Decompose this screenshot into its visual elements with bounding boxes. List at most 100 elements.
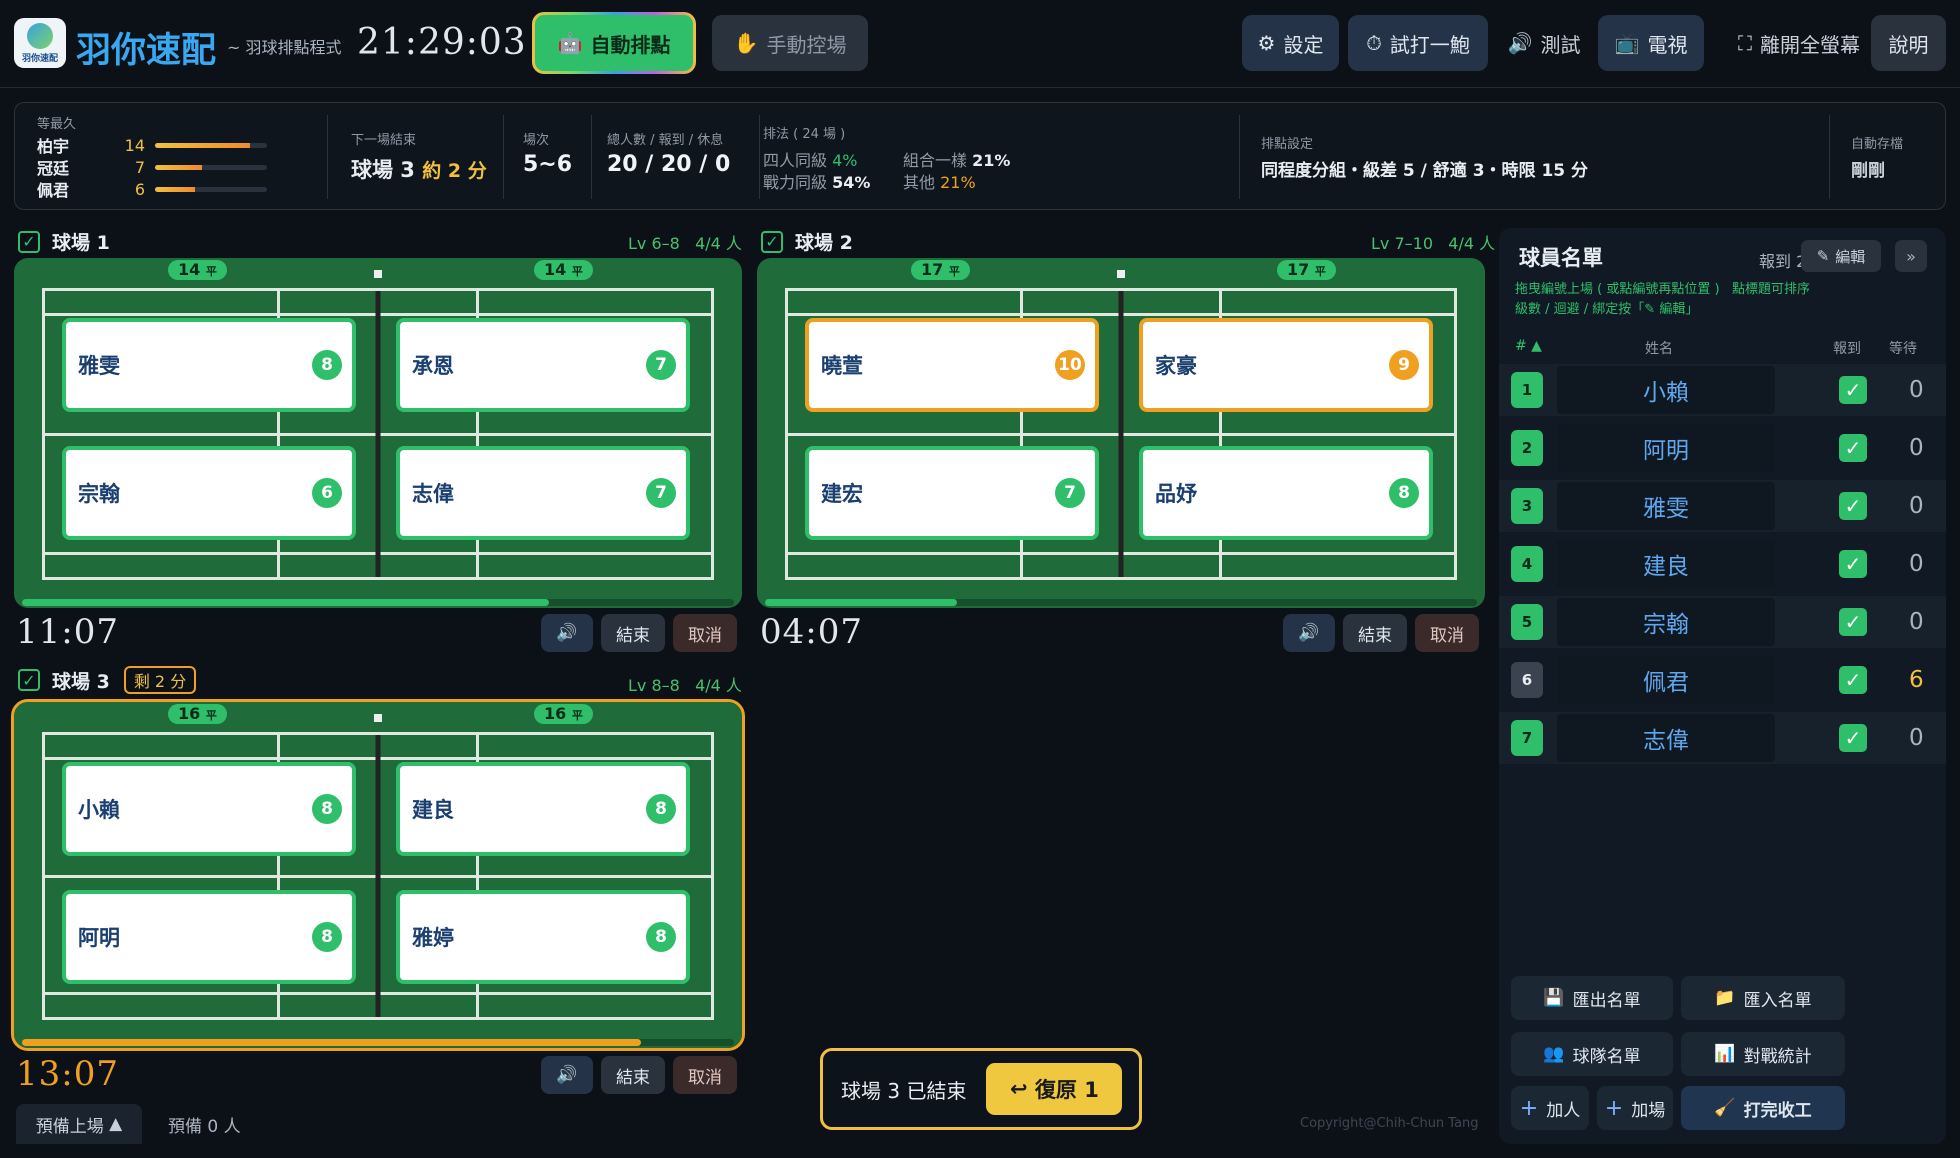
roster-player-name[interactable]: 佩君 [1557, 656, 1775, 704]
court-timer: 11:07 [16, 612, 119, 652]
roster-player-name[interactable]: 阿明 [1557, 424, 1775, 472]
auto-schedule-button[interactable]: 🤖 自動排點 [532, 12, 696, 74]
end-match-button[interactable]: 結束 [1343, 614, 1407, 652]
name-header[interactable]: 姓名 [1645, 338, 1673, 358]
roster-player-name[interactable]: 建良 [1557, 540, 1775, 588]
wait-count: 0 [1909, 435, 1924, 461]
player-name: 承恩 [412, 354, 454, 378]
tv-button[interactable]: 📺 電視 [1598, 15, 1704, 71]
rule1-value: 4% [832, 151, 858, 170]
player-card[interactable]: 曉萱 10 [805, 318, 1099, 412]
announce-button[interactable]: 🔊 [541, 614, 593, 652]
checkin-checkbox[interactable]: ✓ [1839, 666, 1867, 694]
rule-section: 排法 ( 24 場 ) 四人同級 4% 戰力同級 54% 組合一樣 21% 其他… [763, 123, 1010, 229]
player-number[interactable]: 2 [1511, 430, 1543, 466]
toast-message: 球場 3 已結束 [841, 1078, 967, 1103]
roster-row[interactable]: 3 雅雯 ✓ 0 [1499, 480, 1946, 532]
help-button[interactable]: 說明 [1871, 15, 1946, 71]
roster-player-name[interactable]: 雅雯 [1557, 482, 1775, 530]
player-card[interactable]: 志偉 7 [396, 446, 690, 540]
announce-button[interactable]: 🔊 [1283, 614, 1335, 652]
roster-row[interactable]: 2 阿明 ✓ 0 [1499, 422, 1946, 474]
court[interactable]: 17 平 17 平 曉萱 10 家豪 9 建宏 7 品妤 8 [757, 258, 1485, 608]
cancel-match-button[interactable]: 取消 [673, 1056, 737, 1094]
match-stats-button[interactable]: 📊 對戰統計 [1681, 1032, 1845, 1076]
schedule-settings-section[interactable]: 排點設定 同程度分組・級差 5 / 舒適 3・時限 15 分 [1261, 133, 1588, 239]
pencil-icon: ✎ [1816, 247, 1830, 265]
team-roster-button[interactable]: 👥 球隊名單 [1511, 1032, 1673, 1076]
wait-row: 佩君 6 [37, 178, 317, 200]
checkin-checkbox[interactable]: ✓ [1839, 376, 1867, 404]
player-card[interactable]: 家豪 9 [1139, 318, 1433, 412]
gear-icon: ⚙ [1257, 31, 1276, 55]
player-card[interactable]: 建良 8 [396, 762, 690, 856]
settings-button[interactable]: ⚙ 設定 [1242, 15, 1339, 71]
rule3-value: 54% [832, 173, 871, 192]
player-card[interactable]: 宗翰 6 [62, 446, 356, 540]
test-button[interactable]: 🔊 測試 [1502, 15, 1586, 71]
net [1118, 291, 1124, 577]
add-court-button[interactable]: + 加場 [1597, 1086, 1673, 1130]
cancel-match-button[interactable]: 取消 [673, 614, 737, 652]
player-level-badge: 8 [646, 794, 676, 824]
undo-button[interactable]: ↩ 復原 1 [986, 1063, 1123, 1115]
player-number[interactable]: 6 [1511, 662, 1543, 698]
court-level-info: Lv 6–8 4/4 人 [628, 230, 742, 254]
sort-number-header[interactable]: # ▲ [1515, 338, 1542, 354]
cancel-match-button[interactable]: 取消 [1415, 614, 1479, 652]
court-enable-checkbox[interactable]: ✓ [761, 230, 783, 253]
reserve-tab[interactable]: 預備上場 ▲ [16, 1104, 142, 1144]
checkin-checkbox[interactable]: ✓ [1839, 550, 1867, 578]
player-number[interactable]: 5 [1511, 604, 1543, 640]
court-people: 4/4 人 [695, 676, 742, 695]
court[interactable]: 14 平 14 平 雅雯 8 承恩 7 宗翰 6 志偉 7 [14, 258, 742, 608]
player-card[interactable]: 小賴 8 [62, 762, 356, 856]
roster-player-name[interactable]: 小賴 [1557, 366, 1775, 414]
player-number[interactable]: 1 [1511, 372, 1543, 408]
checkin-checkbox[interactable]: ✓ [1839, 724, 1867, 752]
finish-session-button[interactable]: 🧹 打完收工 [1681, 1086, 1845, 1130]
player-card[interactable]: 阿明 8 [62, 890, 356, 984]
team-label: 球隊名單 [1572, 1046, 1641, 1067]
player-card[interactable]: 雅雯 8 [62, 318, 356, 412]
finish-label: 打完收工 [1743, 1100, 1812, 1121]
export-roster-button[interactable]: 💾 匯出名單 [1511, 976, 1673, 1020]
trial-button[interactable]: ⏱ 試打一鮑 [1348, 15, 1488, 71]
checkin-header[interactable]: 報到 [1833, 338, 1861, 358]
court-enable-checkbox[interactable]: ✓ [18, 230, 40, 253]
player-number[interactable]: 3 [1511, 488, 1543, 524]
player-card[interactable]: 品妤 8 [1139, 446, 1433, 540]
roster-player-name[interactable]: 宗翰 [1557, 598, 1775, 646]
checkin-checkbox[interactable]: ✓ [1839, 492, 1867, 520]
court-name: 球場 1 [52, 232, 110, 254]
roster-edit-button[interactable]: ✎ 編輯 [1801, 240, 1881, 272]
court[interactable]: 16 平 16 平 小賴 8 建良 8 阿明 8 雅婷 8 [11, 699, 745, 1051]
import-roster-button[interactable]: 📁 匯入名單 [1681, 976, 1845, 1020]
plus-icon: + [1604, 1095, 1624, 1121]
checkin-checkbox[interactable]: ✓ [1839, 434, 1867, 462]
end-match-button[interactable]: 結束 [601, 1056, 665, 1094]
player-number[interactable]: 7 [1511, 720, 1543, 756]
roster-collapse-button[interactable]: » [1895, 240, 1927, 272]
exit-fullscreen-button[interactable]: ⛶ 離開全螢幕 [1716, 15, 1882, 71]
broom-icon: 🧹 [1714, 1098, 1736, 1118]
roster-row[interactable]: 4 建良 ✓ 0 [1499, 538, 1946, 590]
player-card[interactable]: 建宏 7 [805, 446, 1099, 540]
add-person-button[interactable]: + 加人 [1511, 1086, 1589, 1130]
roster-row[interactable]: 7 志偉 ✓ 0 [1499, 712, 1946, 764]
roster-row[interactable]: 6 佩君 ✓ 6 [1499, 654, 1946, 706]
announce-button[interactable]: 🔊 [541, 1056, 593, 1094]
roster-row[interactable]: 1 小賴 ✓ 0 [1499, 364, 1946, 416]
player-number[interactable]: 4 [1511, 546, 1543, 582]
roster-player-name[interactable]: 志偉 [1557, 714, 1775, 762]
roster-row[interactable]: 5 宗翰 ✓ 0 [1499, 596, 1946, 648]
wait-name: 佩君 [37, 181, 70, 200]
checkin-checkbox[interactable]: ✓ [1839, 608, 1867, 636]
player-card[interactable]: 雅婷 8 [396, 890, 690, 984]
player-name: 家豪 [1155, 354, 1197, 378]
manual-control-button[interactable]: ✋ 手動控場 [712, 15, 868, 71]
wait-header[interactable]: 等待 [1889, 338, 1917, 358]
end-match-button[interactable]: 結束 [601, 614, 665, 652]
court-enable-checkbox[interactable]: ✓ [18, 669, 40, 691]
player-card[interactable]: 承恩 7 [396, 318, 690, 412]
